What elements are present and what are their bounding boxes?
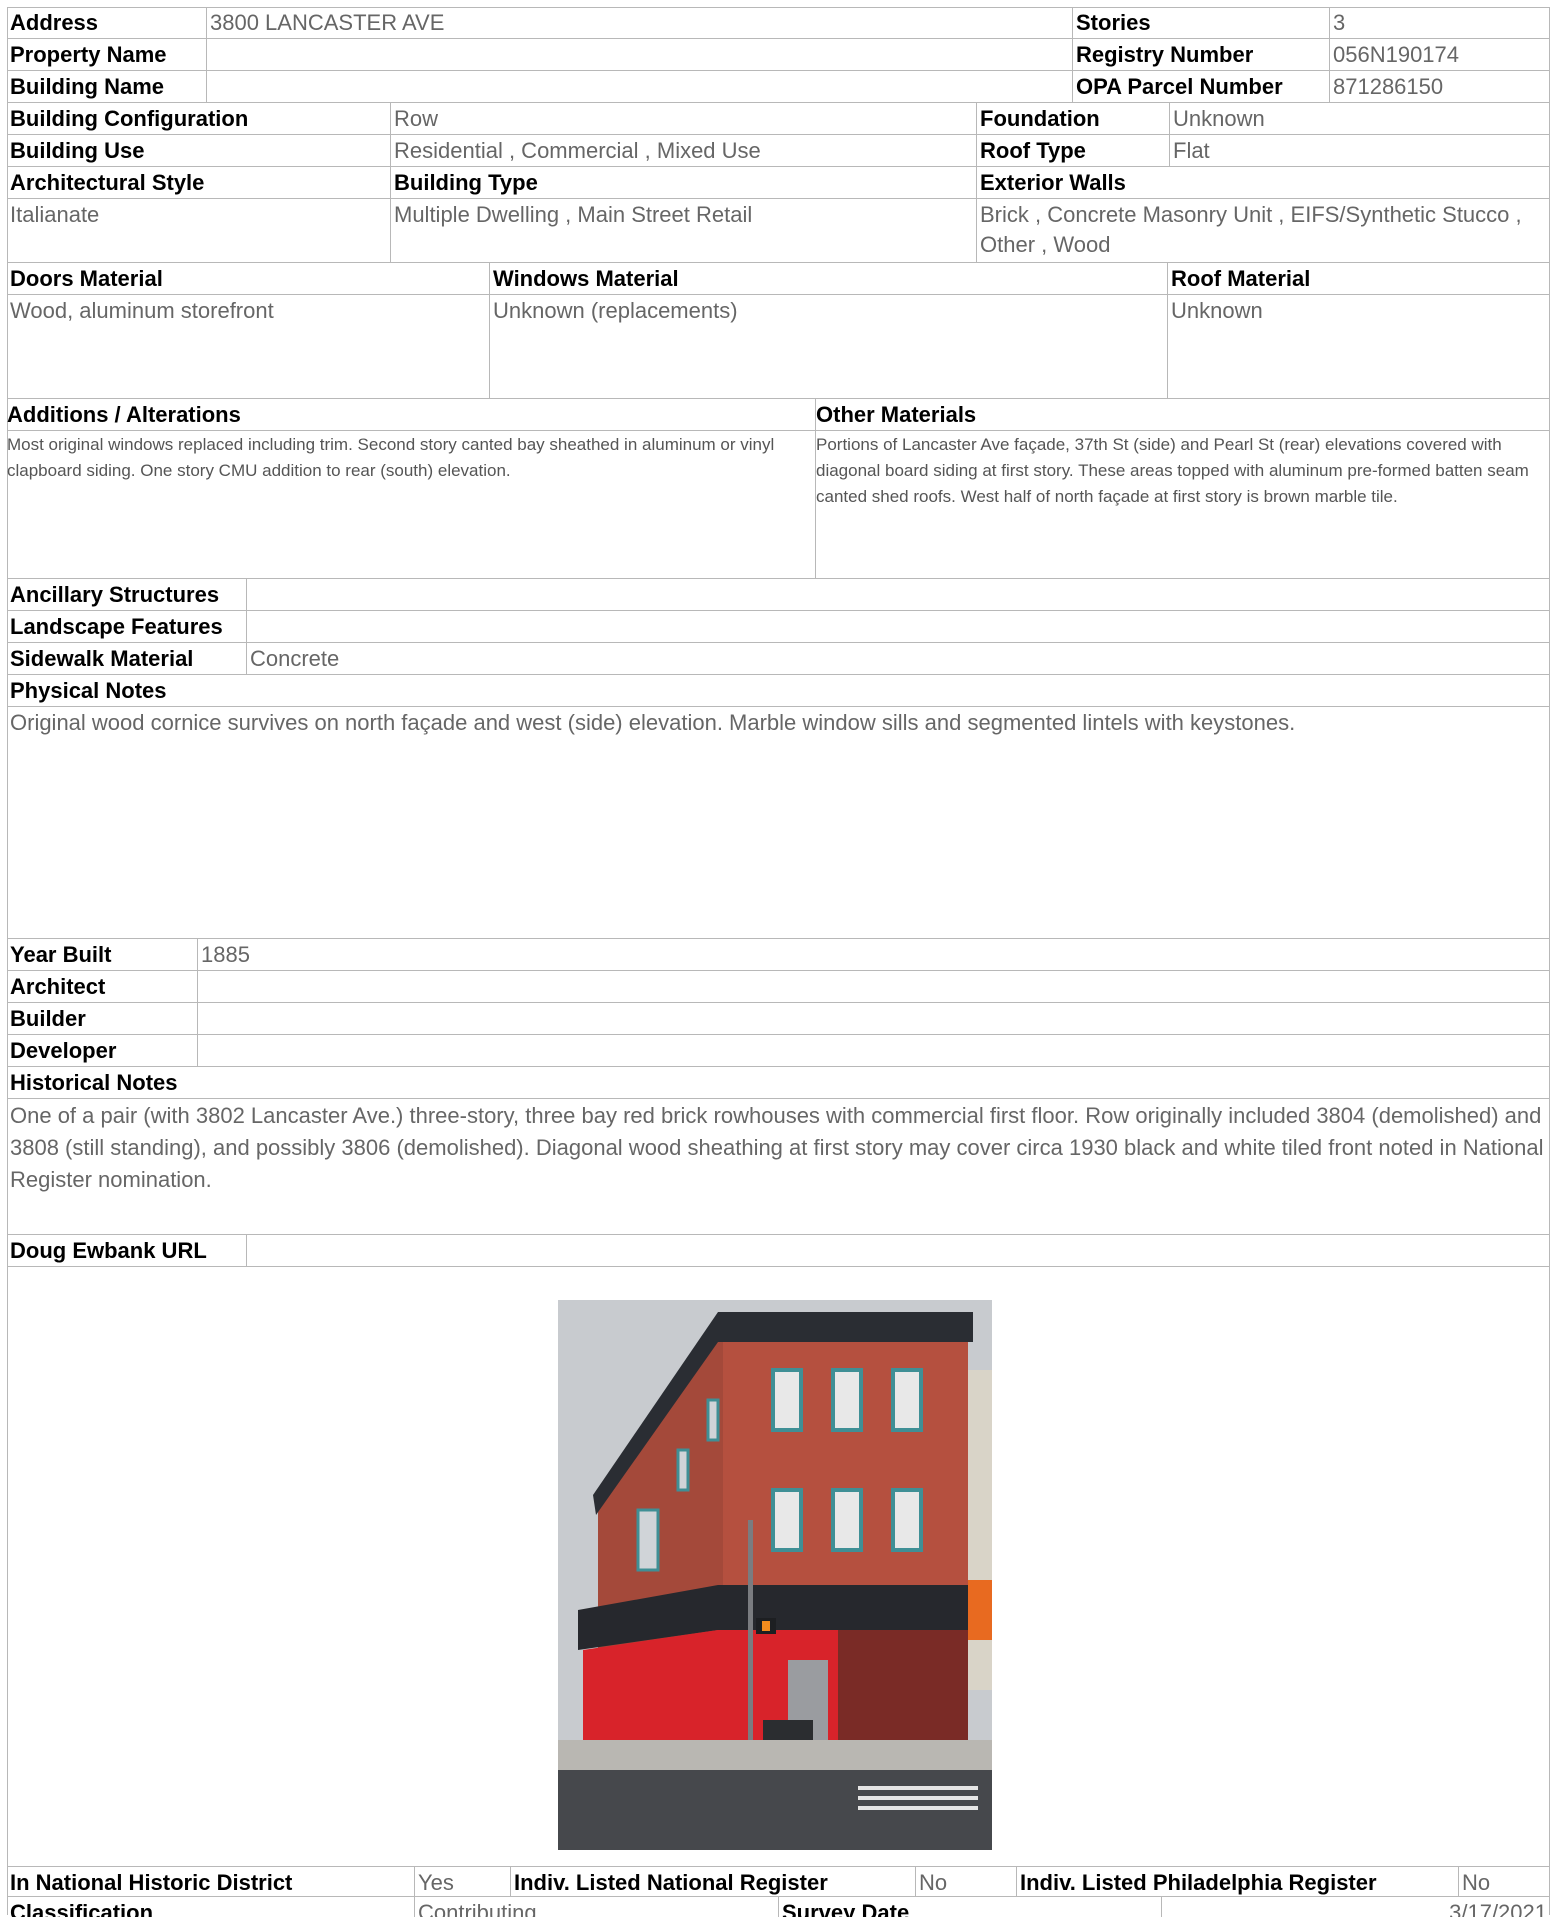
exterior-walls-value: Brick , Concrete Masonry Unit , EIFS/Syn… [980,202,1522,257]
roof-material-label: Roof Material [1171,266,1311,291]
classification-label: Classification [7,1897,415,1917]
building-name-value [207,71,1073,102]
registry-number-label: Registry Number [1073,39,1330,70]
row-property-name: Property Name Registry Number 056N190174 [7,39,1550,71]
row-building-name: Building Name OPA Parcel Number 87128615… [7,71,1550,103]
other-materials-value: Portions of Lancaster Ave façade, 37th S… [816,435,1529,506]
windows-material-label: Windows Material [490,263,1168,294]
opa-parcel-value: 871286150 [1333,74,1444,99]
doors-material-label: Doors Material [7,263,490,294]
building-name-label: Building Name [7,71,207,102]
physical-notes-value: Original wood cornice survives on north … [10,710,1296,735]
architectural-style-value: Italianate [7,199,391,262]
row-address: Address 3800 LANCASTER AVE Stories 3 [7,7,1550,39]
architect-label: Architect [7,971,198,1002]
row-building-use: Building Use Residential , Commercial , … [7,135,1550,167]
architect-value [198,971,1550,1002]
row-doug-ewbank: Doug Ewbank URL [7,1235,1550,1267]
row-year-built: Year Built 1885 [7,939,1550,971]
doug-ewbank-url-value[interactable] [247,1235,1550,1266]
row-ancillary: Ancillary Structures [7,579,1550,611]
doug-ewbank-url-label: Doug Ewbank URL [7,1235,247,1266]
roof-material-value: Unknown [1171,298,1263,323]
registry-number-value: 056N190174 [1333,42,1460,67]
building-type-value: Multiple Dwelling , Main Street Retail [391,199,977,262]
row-additions-headers: Additions / Alterations Other Materials [7,399,1550,431]
foundation-label: Foundation [977,103,1170,134]
building-configuration-value: Row [391,103,977,134]
row-sidewalk: Sidewalk Material Concrete [7,643,1550,675]
row-style-headers: Architectural Style Building Type Exteri… [7,167,1550,199]
year-built-value: 1885 [201,942,250,967]
row-classification: Classification Contributing Survey Date … [7,1897,1550,1917]
row-building-configuration: Building Configuration Row Foundation Un… [7,103,1550,135]
building-use-label: Building Use [7,135,391,166]
stories-label: Stories [1073,7,1330,38]
property-name-label: Property Name [7,39,207,70]
building-illustration [558,1300,992,1850]
physical-notes-label: Physical Notes [10,678,167,703]
row-material-values: Wood, aluminum storefront Unknown (repla… [7,295,1550,399]
property-name-value [207,39,1073,70]
row-physical-notes-header: Physical Notes [7,675,1550,707]
survey-date-value: 3/17/2021 [1449,1900,1547,1917]
additions-label: Additions / Alterations [7,399,816,430]
roof-type-value: Flat [1173,138,1210,163]
row-physical-notes: Original wood cornice survives on north … [7,707,1550,939]
national-register-label: Indiv. Listed National Register [511,1867,916,1896]
national-district-value: Yes [415,1867,511,1896]
architectural-style-label: Architectural Style [7,167,391,198]
foundation-value: Unknown [1173,106,1265,131]
additions-value: Most original windows replaced including… [7,431,816,578]
landscape-features-label: Landscape Features [7,611,247,642]
other-materials-label: Other Materials [816,402,977,427]
row-builder: Builder [7,1003,1550,1035]
row-style-values: Italianate Multiple Dwelling , Main Stre… [7,199,1550,263]
row-material-headers: Doors Material Windows Material Roof Mat… [7,263,1550,295]
row-historical-notes-header: Historical Notes [7,1067,1550,1099]
address-value: 3800 LANCASTER AVE [207,7,1073,38]
building-use-value: Residential , Commercial , Mixed Use [391,135,977,166]
developer-value [198,1035,1550,1066]
builder-value [198,1003,1550,1034]
row-historical-notes: One of a pair (with 3802 Lancaster Ave.)… [7,1099,1550,1235]
historical-notes-label: Historical Notes [10,1070,178,1095]
builder-label: Builder [7,1003,198,1034]
building-configuration-label: Building Configuration [7,103,391,134]
developer-label: Developer [7,1035,198,1066]
sidewalk-material-value: Concrete [250,646,340,671]
building-type-label: Building Type [391,167,977,198]
ancillary-structures-label: Ancillary Structures [7,579,247,610]
historical-notes-value: One of a pair (with 3802 Lancaster Ave.)… [10,1103,1544,1192]
philadelphia-register-label: Indiv. Listed Philadelphia Register [1017,1867,1459,1896]
building-photo [558,1300,992,1850]
landscape-features-value [247,611,1550,642]
roof-type-label: Roof Type [977,135,1170,166]
philadelphia-register-value: No [1462,1870,1491,1895]
year-built-label: Year Built [7,939,198,970]
ancillary-structures-value [247,579,1550,610]
stories-value: 3 [1333,10,1346,35]
row-additions-values: Most original windows replaced including… [7,431,1550,579]
doors-material-value: Wood, aluminum storefront [7,295,490,398]
national-register-value: No [916,1867,1017,1896]
opa-parcel-label: OPA Parcel Number [1073,71,1330,102]
address-label: Address [7,7,207,38]
survey-date-label: Survey Date [779,1897,1162,1917]
row-register-status: In National Historic District Yes Indiv.… [7,1867,1550,1897]
sidewalk-material-label: Sidewalk Material [7,643,247,674]
exterior-walls-label: Exterior Walls [980,170,1126,195]
row-developer: Developer [7,1035,1550,1067]
row-architect: Architect [7,971,1550,1003]
national-district-label: In National Historic District [7,1867,415,1896]
row-landscape: Landscape Features [7,611,1550,643]
windows-material-value: Unknown (replacements) [490,295,1168,398]
classification-value: Contributing [415,1897,779,1917]
